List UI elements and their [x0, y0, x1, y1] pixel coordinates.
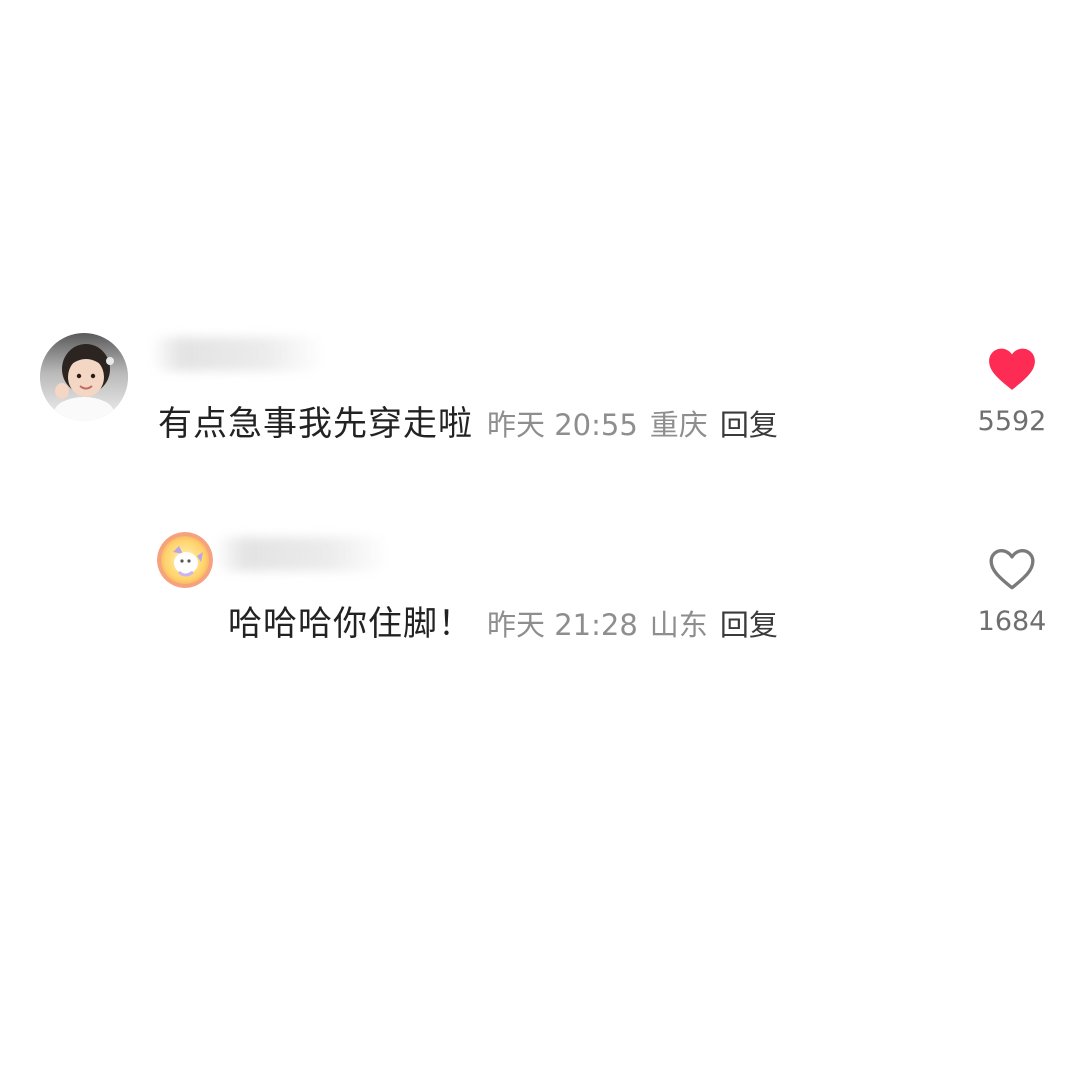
username-redacted[interactable] — [214, 537, 389, 571]
comment-location: 山东 — [649, 608, 708, 642]
comment-line: 哈哈哈你住脚！ 昨天 21:28 山东 回复 — [228, 596, 778, 645]
reply-button[interactable]: 回复 — [720, 602, 778, 644]
reply-item: 哈哈哈你住脚！ 昨天 21:28 山东 回复 1684 — [0, 0, 1080, 700]
heart-outline-icon — [989, 549, 1035, 590]
avatar-illustration — [157, 532, 213, 588]
comment-text: 哈哈哈你住脚！ — [228, 604, 473, 644]
avatar[interactable] — [157, 532, 213, 588]
comment-time: 昨天 21:28 — [487, 608, 638, 642]
like-count: 1684 — [977, 606, 1047, 637]
like-button[interactable]: 1684 — [972, 546, 1052, 637]
